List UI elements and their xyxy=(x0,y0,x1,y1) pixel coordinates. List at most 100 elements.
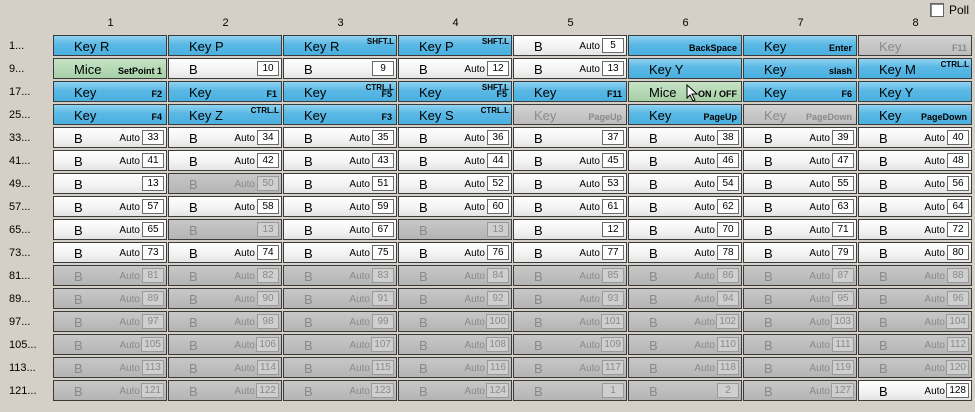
button-number-field[interactable]: 124 xyxy=(486,383,509,398)
button-number-field[interactable]: 83 xyxy=(372,268,394,283)
grid-button[interactable]: B Auto 109 xyxy=(513,334,627,355)
grid-button[interactable]: Key Y xyxy=(858,81,972,102)
button-number-field[interactable]: 55 xyxy=(832,176,854,191)
grid-button[interactable]: Key PageUp xyxy=(628,104,742,125)
grid-button[interactable]: B 10 xyxy=(168,58,282,79)
grid-button[interactable]: Mice ON / OFF xyxy=(628,81,742,102)
button-number-field[interactable]: 42 xyxy=(257,153,279,168)
grid-button[interactable]: B Auto 86 xyxy=(628,265,742,286)
button-number-field[interactable]: 74 xyxy=(257,245,279,260)
button-number-field[interactable]: 63 xyxy=(832,199,854,214)
grid-button[interactable]: Key SHFT.L F5 xyxy=(398,81,512,102)
grid-button[interactable]: B Auto 92 xyxy=(398,288,512,309)
grid-button[interactable]: B Auto 122 xyxy=(168,380,282,401)
grid-button[interactable]: Key S CTRL.L xyxy=(398,104,512,125)
button-number-field[interactable]: 103 xyxy=(831,314,854,329)
grid-button[interactable]: B Auto 67 xyxy=(283,219,397,240)
poll-toggle[interactable]: Poll xyxy=(930,3,969,17)
grid-button[interactable]: B Auto 96 xyxy=(858,288,972,309)
grid-button[interactable]: Key F6 xyxy=(743,81,857,102)
button-number-field[interactable]: 13 xyxy=(257,222,279,237)
grid-button[interactable]: B Auto 57 xyxy=(53,196,167,217)
grid-button[interactable]: B Auto 80 xyxy=(858,242,972,263)
grid-button[interactable]: B 12 xyxy=(513,219,627,240)
button-number-field[interactable]: 91 xyxy=(372,291,394,306)
button-number-field[interactable]: 36 xyxy=(487,130,509,145)
grid-button[interactable]: B2 xyxy=(628,380,742,401)
grid-button[interactable]: B Auto 123 xyxy=(283,380,397,401)
button-number-field[interactable]: 62 xyxy=(717,199,739,214)
grid-button[interactable]: B 13 xyxy=(398,219,512,240)
button-number-field[interactable]: 115 xyxy=(372,360,394,375)
button-number-field[interactable]: 57 xyxy=(142,199,164,214)
grid-button[interactable]: B Auto 72 xyxy=(858,219,972,240)
grid-button[interactable]: B Auto 70 xyxy=(628,219,742,240)
grid-button[interactable]: B Auto 103 xyxy=(743,311,857,332)
grid-button[interactable]: Mice SetPoint 1 xyxy=(53,58,167,79)
button-number-field[interactable]: 106 xyxy=(256,337,279,352)
button-number-field[interactable]: 43 xyxy=(372,153,394,168)
grid-button[interactable]: B Auto 76 xyxy=(398,242,512,263)
button-number-field[interactable]: 56 xyxy=(947,176,969,191)
grid-button[interactable]: Key CTRL.L F5 xyxy=(283,81,397,102)
button-number-field[interactable]: 111 xyxy=(832,337,854,352)
grid-button[interactable]: B Auto 110 xyxy=(628,334,742,355)
button-number-field[interactable]: 60 xyxy=(487,199,509,214)
button-number-field[interactable]: 35 xyxy=(372,130,394,145)
grid-button[interactable]: B Auto 82 xyxy=(168,265,282,286)
grid-button[interactable]: Key P xyxy=(168,35,282,56)
grid-button[interactable]: B Auto 83 xyxy=(283,265,397,286)
grid-button[interactable]: B Auto 95 xyxy=(743,288,857,309)
grid-button[interactable]: Key F3 xyxy=(283,104,397,125)
grid-button[interactable]: B Auto 35 xyxy=(283,127,397,148)
grid-button[interactable]: B Auto 127 xyxy=(743,380,857,401)
grid-button[interactable]: Key PageUp xyxy=(513,104,627,125)
grid-button[interactable]: B Auto 106 xyxy=(168,334,282,355)
button-number-field[interactable]: 84 xyxy=(487,268,509,283)
button-number-field[interactable]: 64 xyxy=(947,199,969,214)
grid-button[interactable]: B Auto 55 xyxy=(743,173,857,194)
grid-button[interactable]: B Auto 5 xyxy=(513,35,627,56)
grid-button[interactable]: B Auto 64 xyxy=(858,196,972,217)
grid-button[interactable]: B Auto 87 xyxy=(743,265,857,286)
grid-button[interactable]: B Auto 98 xyxy=(168,311,282,332)
grid-button[interactable]: B Auto 12 xyxy=(398,58,512,79)
button-number-field[interactable]: 85 xyxy=(602,268,624,283)
button-number-field[interactable]: 40 xyxy=(947,130,969,145)
grid-button[interactable]: Key F1 xyxy=(168,81,282,102)
grid-button[interactable]: B Auto 100 xyxy=(398,311,512,332)
poll-checkbox[interactable] xyxy=(930,3,944,17)
button-number-field[interactable]: 71 xyxy=(832,222,854,237)
grid-button[interactable]: B Auto 99 xyxy=(283,311,397,332)
button-number-field[interactable]: 122 xyxy=(256,383,279,398)
grid-button[interactable]: B Auto 74 xyxy=(168,242,282,263)
button-number-field[interactable]: 98 xyxy=(257,314,279,329)
button-number-field[interactable]: 45 xyxy=(602,153,624,168)
button-number-field[interactable]: 92 xyxy=(487,291,509,306)
grid-button[interactable]: B9 xyxy=(283,58,397,79)
button-number-field[interactable]: 61 xyxy=(602,199,624,214)
grid-button[interactable]: B Auto 47 xyxy=(743,150,857,171)
grid-button[interactable]: B Auto 51 xyxy=(283,173,397,194)
grid-button[interactable]: B Auto 59 xyxy=(283,196,397,217)
grid-button[interactable]: B Auto 105 xyxy=(53,334,167,355)
button-number-field[interactable]: 96 xyxy=(947,291,969,306)
button-number-field[interactable]: 120 xyxy=(946,360,969,375)
grid-button[interactable]: Key M CTRL.L xyxy=(858,58,972,79)
grid-button[interactable]: B Auto 113 xyxy=(53,357,167,378)
grid-button[interactable]: B Auto 40 xyxy=(858,127,972,148)
button-number-field[interactable]: 90 xyxy=(257,291,279,306)
button-number-field[interactable]: 95 xyxy=(832,291,854,306)
grid-button[interactable]: B Auto 78 xyxy=(628,242,742,263)
grid-button[interactable]: B Auto 114 xyxy=(168,357,282,378)
grid-button[interactable]: B Auto 62 xyxy=(628,196,742,217)
grid-button[interactable]: Key Enter xyxy=(743,35,857,56)
grid-button[interactable]: B Auto 33 xyxy=(53,127,167,148)
grid-button[interactable]: B Auto 71 xyxy=(743,219,857,240)
grid-button[interactable]: B Auto 81 xyxy=(53,265,167,286)
button-number-field[interactable]: 97 xyxy=(142,314,164,329)
button-number-field[interactable]: 59 xyxy=(372,199,394,214)
button-number-field[interactable]: 12 xyxy=(487,61,509,76)
button-number-field[interactable]: 99 xyxy=(372,314,394,329)
button-number-field[interactable]: 87 xyxy=(832,268,854,283)
